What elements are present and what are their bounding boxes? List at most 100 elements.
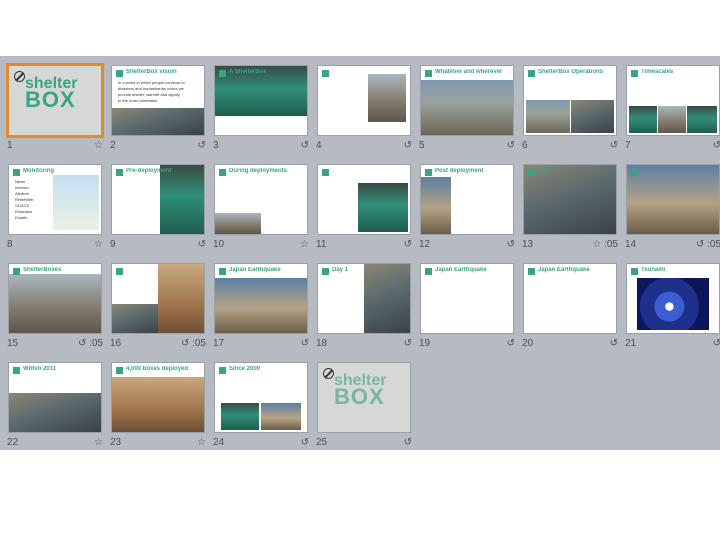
slide-thumbnail-18[interactable]: Day 1 xyxy=(318,264,410,333)
slide-photo xyxy=(629,106,657,133)
transition-icon[interactable]: ↺ xyxy=(610,140,618,151)
slide-title: ShelterBox Operations xyxy=(538,69,604,75)
slide-photo xyxy=(112,108,204,135)
slide-thumbnail-11[interactable] xyxy=(318,165,410,234)
slide-thumbnail-17[interactable]: Japan Earthquake xyxy=(215,264,307,333)
slide-text-line: Emails xyxy=(15,215,28,220)
slide-thumbnail-14[interactable] xyxy=(627,165,719,234)
slide-number: 10 xyxy=(213,239,225,250)
slide-number: 22 xyxy=(7,437,19,448)
slide-thumbnail-22[interactable]: Within 2011 xyxy=(9,363,101,432)
transition-icon[interactable]: ↺ xyxy=(301,437,309,448)
slide-photo xyxy=(53,175,99,230)
slide-logo xyxy=(116,268,123,275)
transition-icon[interactable]: ↺ xyxy=(404,140,412,151)
animation-icon[interactable]: ☆ xyxy=(94,437,103,448)
transition-icon[interactable]: ↺ :05 xyxy=(78,338,103,349)
slide-title: Within 2011 xyxy=(23,366,56,372)
transition-icon[interactable]: ↺ xyxy=(404,239,412,250)
slide-number: 2 xyxy=(110,140,116,151)
slide-thumbnail-21[interactable]: Tsunami xyxy=(627,264,719,333)
transition-icon[interactable]: ↺ xyxy=(507,239,515,250)
slide-photo xyxy=(421,80,513,135)
slide-thumbnail-10[interactable]: During deployments xyxy=(215,165,307,234)
animation-icon[interactable]: ☆ :05 xyxy=(592,239,618,250)
slide-logo xyxy=(631,169,638,176)
slide-thumbnail-12[interactable]: Post deployment xyxy=(421,165,513,234)
transition-icon[interactable]: ↺ xyxy=(404,437,412,448)
slide-logo xyxy=(322,70,329,77)
slide-number: 9 xyxy=(110,239,116,250)
slide-thumbnail-13[interactable]: Haiti xyxy=(524,165,616,234)
slide-thumbnail-19[interactable]: Japan Earthquake xyxy=(421,264,513,333)
slide-thumbnail-1[interactable]: shelter BOX xyxy=(9,66,101,135)
animation-icon[interactable]: ☆ xyxy=(94,140,103,151)
transition-icon[interactable]: ↺ :05 xyxy=(181,338,206,349)
transition-icon[interactable]: ↺ xyxy=(507,140,515,151)
slide-logo xyxy=(116,169,123,176)
slide-title: Timescales xyxy=(641,69,674,75)
transition-icon[interactable]: ↺ xyxy=(713,338,720,349)
slide-thumbnail-5[interactable]: Whatever and wherever xyxy=(421,66,513,135)
transition-icon[interactable]: ↺ xyxy=(507,338,515,349)
slide-photo xyxy=(524,165,616,234)
slide-photo xyxy=(627,165,719,234)
slide-number: 25 xyxy=(316,437,328,448)
transition-icon[interactable]: ↺ xyxy=(404,338,412,349)
slide-title: Japan Earthquake xyxy=(435,267,487,273)
slide-logo xyxy=(219,268,226,275)
slide-thumbnail-20[interactable]: Japan Earthquake xyxy=(524,264,616,333)
slide-thumbnail-23[interactable]: 4,000 boxes deployed xyxy=(112,363,204,432)
transition-icon[interactable]: ↺ xyxy=(198,140,206,151)
slide-number: 24 xyxy=(213,437,225,448)
slide-text-line: to the most vulnerable xyxy=(118,98,158,103)
shelterbox-logo: shelter BOX xyxy=(25,76,95,111)
slide-logo xyxy=(425,268,432,275)
slide-thumbnail-9[interactable]: Pre-deployment xyxy=(112,165,204,234)
slide-logo xyxy=(13,268,20,275)
slide-photo xyxy=(215,278,307,333)
slide-number: 1 xyxy=(7,140,13,151)
slide-thumbnail-6[interactable]: ShelterBox Operations xyxy=(524,66,616,135)
slide-photo xyxy=(687,106,717,133)
transition-icon[interactable]: ↺ xyxy=(301,140,309,151)
slide-thumbnail-25[interactable]: shelter BOX xyxy=(318,363,410,432)
slide-thumbnail-8[interactable]: Monitoring News Internet Alertnet ReliefWeb G… xyxy=(9,165,101,234)
slide-title: Whatever and wherever xyxy=(435,69,503,75)
slide-photo xyxy=(571,100,614,133)
slide-thumbnail-7[interactable]: Timescales xyxy=(627,66,719,135)
slide-number: 5 xyxy=(419,140,425,151)
slide-thumbnail-16[interactable] xyxy=(112,264,204,333)
transition-icon[interactable]: ↺ xyxy=(198,239,206,250)
slide-logo xyxy=(116,70,123,77)
animation-icon[interactable]: ☆ xyxy=(94,239,103,250)
slide-thumbnail-3[interactable]: A ShelterBox xyxy=(215,66,307,135)
transition-icon[interactable]: ↺ xyxy=(610,338,618,349)
slide-title: 4,000 boxes deployed xyxy=(126,366,189,372)
slide-thumbnail-2[interactable]: ShelterBox vision In a world in which peo… xyxy=(112,66,204,135)
slide-title: Day 1 xyxy=(332,267,349,273)
slide-photo xyxy=(364,264,410,333)
slide-logo xyxy=(528,268,535,275)
slide-photo xyxy=(358,183,408,232)
no-entry-icon xyxy=(14,71,25,82)
transition-icon[interactable]: ↺ xyxy=(713,140,720,151)
slide-thumbnail-4[interactable] xyxy=(318,66,410,135)
transition-icon[interactable]: ↺ :05 xyxy=(696,239,720,250)
transition-icon[interactable]: ↺ xyxy=(301,338,309,349)
slide-number: 8 xyxy=(7,239,13,250)
slide-logo xyxy=(13,169,20,176)
animation-icon[interactable]: ☆ xyxy=(197,437,206,448)
slide-number: 7 xyxy=(625,140,631,151)
slide-title: ShelterBoxes xyxy=(23,267,62,273)
slide-photo xyxy=(221,403,259,430)
slide-thumbnail-15[interactable]: ShelterBoxes xyxy=(9,264,101,333)
slide-logo xyxy=(322,268,329,275)
animation-icon[interactable]: ☆ xyxy=(300,239,309,250)
slide-title: ShelterBox vision xyxy=(126,69,177,75)
slide-thumbnail-24[interactable]: Since 2000 xyxy=(215,363,307,432)
slide-logo xyxy=(425,169,432,176)
shelterbox-logo: shelter BOX xyxy=(334,373,404,408)
slide-title: During deployments xyxy=(229,168,288,174)
slide-number: 21 xyxy=(625,338,637,349)
